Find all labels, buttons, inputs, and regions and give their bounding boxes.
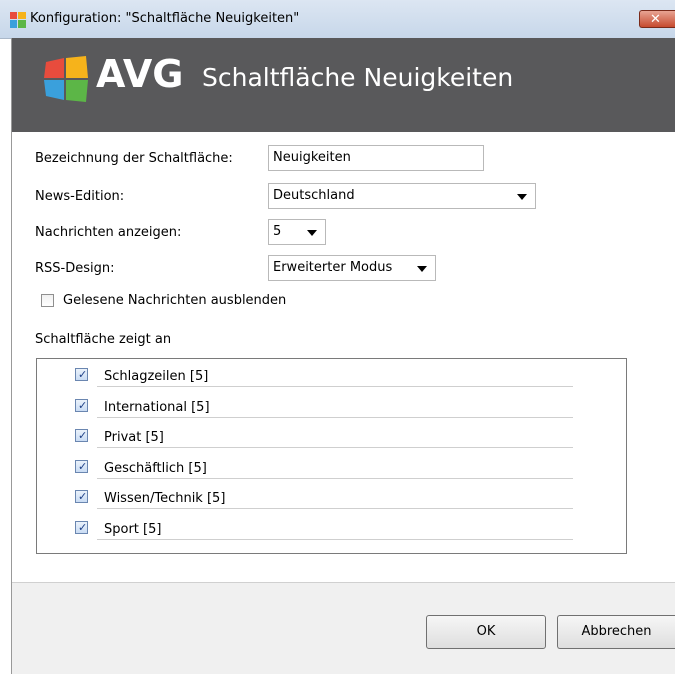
item-underline [97,447,573,448]
group-label: Schaltfläche zeigt an [35,332,172,347]
window-left-border [11,38,12,674]
category-label: International [5] [104,400,210,415]
news-edition-select[interactable]: Deutschland [268,183,536,209]
message-count-value: 5 [273,224,282,239]
category-label: Sport [5] [104,522,162,537]
checkmark-icon: ✓ [78,460,88,473]
button-name-label: Bezeichnung der Schaltfläche: [35,151,233,166]
category-checkbox[interactable]: ✓ [75,460,88,473]
checkmark-icon: ✓ [78,399,88,412]
chevron-down-icon [307,230,317,236]
item-underline [97,508,573,509]
category-checkbox[interactable]: ✓ [75,399,88,412]
category-label: Wissen/Technik [5] [104,491,226,506]
rss-design-select[interactable]: Erweiterter Modus [268,255,436,281]
category-label: Schlagzeilen [5] [104,369,209,384]
chevron-down-icon [517,194,527,200]
hide-read-label: Gelesene Nachrichten ausblenden [63,293,287,308]
checkmark-icon: ✓ [78,490,88,503]
message-count-select[interactable]: 5 [268,219,326,245]
dialog-window: Konfiguration: "Schaltfläche Neuigkeiten… [0,0,675,674]
checkmark-icon: ✓ [78,368,88,381]
hide-read-checkbox[interactable] [41,294,54,307]
header-banner: AVG Schaltfläche Neuigkeiten [12,38,675,132]
checkmark-icon: ✓ [78,429,88,442]
avg-app-icon [10,12,26,28]
window-title: Konfiguration: "Schaltfläche Neuigkeiten… [30,11,300,26]
rss-design-label: RSS-Design: [35,261,115,276]
brand-name: AVG [96,52,184,96]
rss-design-value: Erweiterter Modus [273,260,393,275]
ok-button[interactable]: OK [426,615,546,649]
category-checkbox[interactable]: ✓ [75,368,88,381]
item-underline [97,386,573,387]
category-checkbox[interactable]: ✓ [75,429,88,442]
category-checkbox[interactable]: ✓ [75,490,88,503]
cancel-button[interactable]: Abbrechen [557,615,675,649]
chevron-down-icon [417,266,427,272]
button-name-input[interactable]: Neuigkeiten [268,145,484,171]
category-checkbox[interactable]: ✓ [75,521,88,534]
checkmark-icon: ✓ [78,521,88,534]
banner-title: Schaltfläche Neuigkeiten [202,63,514,92]
close-icon: ✕ [650,12,661,27]
news-edition-value: Deutschland [273,188,355,203]
avg-logo-icon [44,56,88,102]
category-label: Privat [5] [104,430,164,445]
item-underline [97,539,573,540]
item-underline [97,478,573,479]
title-bar[interactable]: Konfiguration: "Schaltfläche Neuigkeiten… [0,0,675,39]
category-label: Geschäftlich [5] [104,461,207,476]
news-edition-label: News-Edition: [35,189,125,204]
item-underline [97,417,573,418]
message-count-label: Nachrichten anzeigen: [35,225,182,240]
close-button[interactable]: ✕ [639,10,675,28]
